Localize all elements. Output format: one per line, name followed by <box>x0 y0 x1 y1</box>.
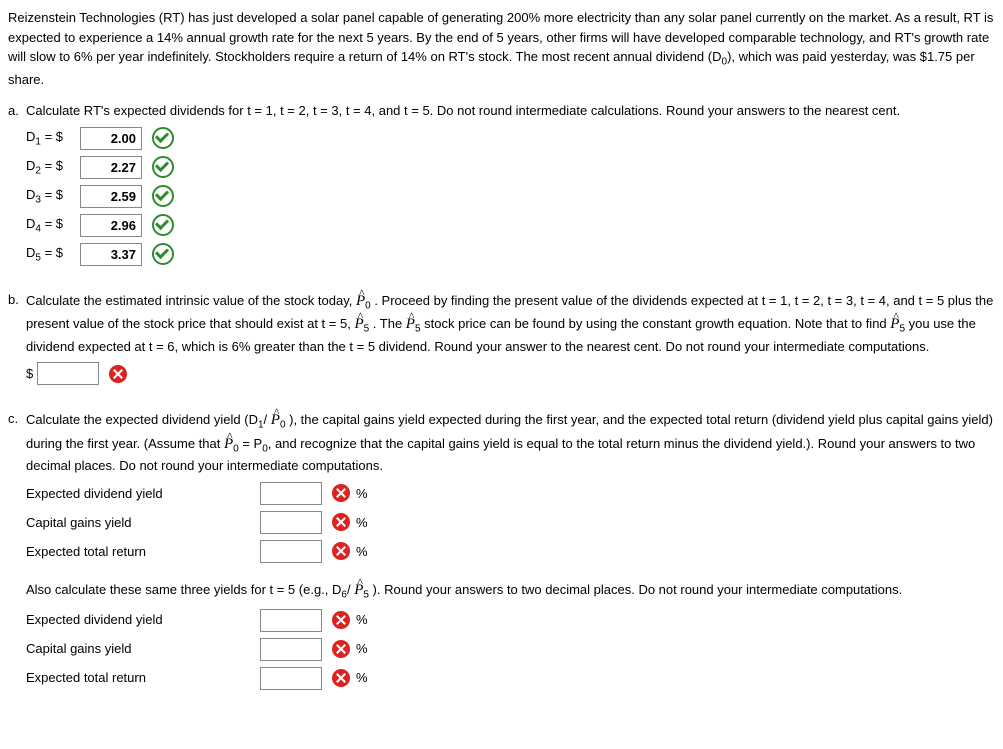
etr-year1-row: Expected total return % <box>26 540 995 563</box>
p5-hat: P <box>406 316 415 332</box>
question-letter-c: c. <box>8 409 26 429</box>
check-icon <box>152 156 174 178</box>
question-c-prompt: Calculate the expected dividend yield (D… <box>26 409 995 476</box>
edy-year1-input[interactable] <box>260 482 322 505</box>
cgy-t5-row: Capital gains yield % <box>26 638 995 661</box>
percent-label: % <box>356 610 368 630</box>
check-icon <box>152 185 174 207</box>
cross-icon <box>332 542 350 560</box>
cross-icon <box>109 365 127 383</box>
edy-year1-row: Expected dividend yield % <box>26 482 995 505</box>
d5-label: D5 = $ <box>26 243 76 266</box>
question-b: b. Calculate the estimated intrinsic val… <box>8 290 995 392</box>
cross-icon <box>332 484 350 502</box>
d3-input[interactable] <box>80 185 142 208</box>
question-a: a. Calculate RT's expected dividends for… <box>8 101 995 272</box>
check-icon <box>152 214 174 236</box>
question-letter-a: a. <box>8 101 26 121</box>
d3-label: D3 = $ <box>26 185 76 208</box>
dollar-sign: $ <box>26 364 33 384</box>
percent-label: % <box>356 484 368 504</box>
d1-input[interactable] <box>80 127 142 150</box>
d4-row: D4 = $ <box>26 214 995 237</box>
etr-t5-input[interactable] <box>260 667 322 690</box>
cgy-t5-input[interactable] <box>260 638 322 661</box>
cross-icon <box>332 611 350 629</box>
question-b-prompt: Calculate the estimated intrinsic value … <box>26 290 995 357</box>
check-icon <box>152 243 174 265</box>
edy-label: Expected dividend yield <box>26 484 256 504</box>
d5-row: D5 = $ <box>26 243 995 266</box>
d2-label: D2 = $ <box>26 156 76 179</box>
edy-t5-row: Expected dividend yield % <box>26 609 995 632</box>
d5-input[interactable] <box>80 243 142 266</box>
question-c-also-prompt: Also calculate these same three yields f… <box>26 579 995 603</box>
edy-label: Expected dividend yield <box>26 610 256 630</box>
d4-label: D4 = $ <box>26 214 76 237</box>
d2-row: D2 = $ <box>26 156 995 179</box>
percent-label: % <box>356 542 368 562</box>
p0-hat: P <box>271 412 280 428</box>
intrinsic-value-input[interactable] <box>37 362 99 385</box>
cgy-label: Capital gains yield <box>26 513 256 533</box>
cgy-year1-row: Capital gains yield % <box>26 511 995 534</box>
d1-label: D1 = $ <box>26 127 76 150</box>
percent-label: % <box>356 668 368 688</box>
d3-row: D3 = $ <box>26 185 995 208</box>
cross-icon <box>332 513 350 531</box>
intrinsic-value-row: $ <box>26 362 995 385</box>
cgy-label: Capital gains yield <box>26 639 256 659</box>
p0-hat: P <box>356 293 365 309</box>
percent-label: % <box>356 513 368 533</box>
problem-intro: Reizenstein Technologies (RT) has just d… <box>8 8 995 89</box>
cgy-year1-input[interactable] <box>260 511 322 534</box>
p5-hat: P <box>890 316 899 332</box>
question-letter-b: b. <box>8 290 26 310</box>
d4-input[interactable] <box>80 214 142 237</box>
cross-icon <box>332 669 350 687</box>
etr-label: Expected total return <box>26 542 256 562</box>
etr-t5-row: Expected total return % <box>26 667 995 690</box>
percent-label: % <box>356 639 368 659</box>
p5-hat: P <box>354 582 363 598</box>
p0-hat: P <box>224 436 233 452</box>
question-a-prompt: Calculate RT's expected dividends for t … <box>26 101 995 121</box>
check-icon <box>152 127 174 149</box>
question-c: c. Calculate the expected dividend yield… <box>8 409 995 695</box>
edy-t5-input[interactable] <box>260 609 322 632</box>
etr-year1-input[interactable] <box>260 540 322 563</box>
cross-icon <box>332 640 350 658</box>
d2-input[interactable] <box>80 156 142 179</box>
d1-row: D1 = $ <box>26 127 995 150</box>
etr-label: Expected total return <box>26 668 256 688</box>
p5-hat: P <box>354 316 363 332</box>
